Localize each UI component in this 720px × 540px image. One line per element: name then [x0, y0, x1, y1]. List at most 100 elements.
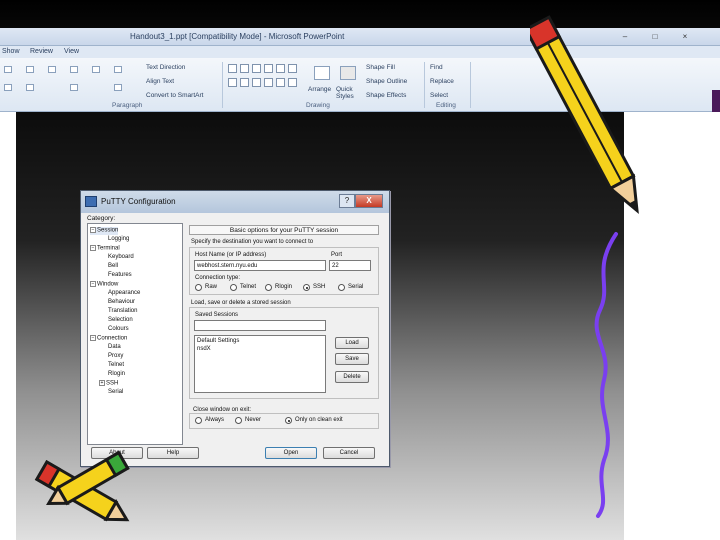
shape-curve-icon[interactable] — [252, 78, 261, 87]
save-button[interactable]: Save — [335, 353, 369, 365]
tree-item-telnet[interactable]: Telnet — [108, 362, 124, 369]
pencil-clipart-top — [530, 15, 639, 215]
indent-icon[interactable] — [70, 84, 78, 91]
list-item[interactable]: nsdX — [197, 346, 211, 352]
shape-more-icon[interactable] — [288, 78, 297, 87]
align-left-icon[interactable] — [4, 66, 12, 73]
text-direction-button[interactable]: Text Direction — [146, 64, 185, 71]
shape-arrow-icon[interactable] — [252, 64, 261, 73]
list-item[interactable]: Default Settings — [197, 338, 239, 344]
tree-item-data[interactable]: Data — [108, 344, 121, 351]
shape-star-icon[interactable] — [276, 78, 285, 87]
maximize-button[interactable]: □ — [648, 31, 662, 42]
tree-item-terminal[interactable]: − Terminal — [90, 245, 120, 253]
delete-button[interactable]: Delete — [335, 371, 369, 383]
expand-icon[interactable]: + — [99, 380, 105, 386]
tree-item-serial[interactable]: Serial — [108, 389, 123, 396]
radio-always[interactable] — [195, 417, 202, 424]
tree-item-logging[interactable]: Logging — [108, 236, 129, 243]
radio-raw-label: Raw — [205, 284, 218, 290]
tree-item-window[interactable]: − Window — [90, 281, 118, 289]
paragraph-group-label: Paragraph — [112, 102, 143, 109]
tab-view[interactable]: View — [64, 48, 79, 55]
shape-brace-icon[interactable] — [264, 78, 273, 87]
tree-item-behaviour[interactable]: Behaviour — [108, 299, 135, 306]
squiggle-line-clipart — [594, 232, 618, 518]
align-text-button[interactable]: Align Text — [146, 78, 174, 85]
putty-title-bar[interactable]: PuTTY Configuration ? X — [81, 191, 389, 213]
tree-item-appearance[interactable]: Appearance — [108, 290, 140, 297]
shape-outline-button[interactable]: Shape Outline — [366, 78, 407, 85]
cancel-button[interactable]: Cancel — [323, 447, 375, 459]
category-tree[interactable]: − Session Logging − Terminal Keyboard Bell… — [87, 223, 183, 445]
radio-telnet[interactable] — [230, 284, 237, 291]
justify-icon[interactable] — [70, 66, 78, 73]
open-button[interactable]: Open — [265, 447, 317, 459]
tab-show[interactable]: Show — [2, 48, 20, 55]
tree-item-ssh[interactable]: + SSH — [99, 380, 118, 388]
shape-effects-button[interactable]: Shape Effects — [366, 92, 406, 99]
collapse-icon[interactable]: − — [90, 245, 96, 251]
tree-item-keyboard[interactable]: Keyboard — [108, 254, 134, 261]
tree-item-bell[interactable]: Bell — [108, 263, 118, 270]
quick-styles-button[interactable]: Quick Styles — [336, 86, 362, 100]
tab-review[interactable]: Review — [30, 48, 53, 55]
line-spacing-icon[interactable] — [26, 84, 34, 91]
close-dialog-button[interactable]: X — [355, 194, 383, 208]
close-window-button[interactable]: × — [678, 31, 692, 42]
putty-app-icon — [85, 196, 97, 207]
bullets-icon[interactable] — [92, 66, 100, 73]
sessions-list[interactable]: Default Settings nsdX — [194, 335, 326, 393]
drawing-group-label: Drawing — [306, 102, 330, 109]
tree-item-proxy[interactable]: Proxy — [108, 353, 123, 360]
shape-triangle-icon[interactable] — [288, 64, 297, 73]
radio-serial[interactable] — [338, 284, 345, 291]
tree-item-features[interactable]: Features — [108, 272, 132, 279]
arrange-icon[interactable] — [314, 66, 330, 80]
radio-raw[interactable] — [195, 284, 202, 291]
arrange-button[interactable]: Arrange — [308, 86, 331, 93]
shape-elbow-icon[interactable] — [228, 78, 237, 87]
radio-rlogin-label: Rlogin — [275, 284, 293, 290]
tree-item-connection[interactable]: − Connection — [90, 335, 127, 343]
collapse-icon[interactable]: − — [90, 227, 96, 233]
quick-styles-icon[interactable] — [340, 66, 356, 80]
radio-never[interactable] — [235, 417, 242, 424]
tree-item-selection[interactable]: Selection — [108, 317, 133, 324]
tree-item-session[interactable]: − Session — [90, 227, 119, 235]
numbering-icon[interactable] — [114, 66, 122, 73]
replace-button[interactable]: Replace — [430, 78, 454, 85]
tree-item-translation[interactable]: Translation — [108, 308, 137, 315]
category-label: Category: — [87, 215, 116, 222]
find-button[interactable]: Find — [430, 64, 443, 71]
radio-rlogin[interactable] — [265, 284, 272, 291]
shape-rectangle-icon[interactable] — [264, 64, 273, 73]
collapse-icon[interactable]: − — [90, 335, 96, 341]
editing-group-label: Editing — [436, 102, 456, 109]
ribbon-separator — [222, 62, 223, 108]
help-titlebar-button[interactable]: ? — [339, 194, 355, 208]
port-input[interactable]: 22 — [329, 260, 371, 271]
load-save-label: Load, save or delete a stored session — [191, 300, 291, 306]
select-button[interactable]: Select — [430, 92, 448, 99]
load-button[interactable]: Load — [335, 337, 369, 349]
radio-only-clean-exit[interactable] — [285, 417, 292, 424]
ppt-window-title: Handout3_1.ppt [Compatibility Mode] - Mi… — [130, 32, 345, 41]
outdent-icon[interactable] — [114, 84, 122, 91]
hostname-input[interactable]: webhost.stern.nyu.edu — [194, 260, 326, 271]
help-button[interactable]: Help — [147, 447, 199, 459]
shape-textbox-icon[interactable] — [228, 64, 237, 73]
columns-icon[interactable] — [4, 84, 12, 91]
align-right-icon[interactable] — [48, 66, 56, 73]
radio-ssh[interactable] — [303, 284, 310, 291]
collapse-icon[interactable]: − — [90, 281, 96, 287]
shape-fill-button[interactable]: Shape Fill — [366, 64, 395, 71]
shape-oval-icon[interactable] — [276, 64, 285, 73]
convert-smartart-button[interactable]: Convert to SmartArt — [146, 92, 203, 99]
align-center-icon[interactable] — [26, 66, 34, 73]
tree-item-colours[interactable]: Colours — [108, 326, 129, 333]
shape-line-icon[interactable] — [240, 64, 249, 73]
shape-connector-icon[interactable] — [240, 78, 249, 87]
tree-item-rlogin[interactable]: Rlogin — [108, 371, 125, 378]
saved-sessions-input[interactable] — [194, 320, 326, 331]
